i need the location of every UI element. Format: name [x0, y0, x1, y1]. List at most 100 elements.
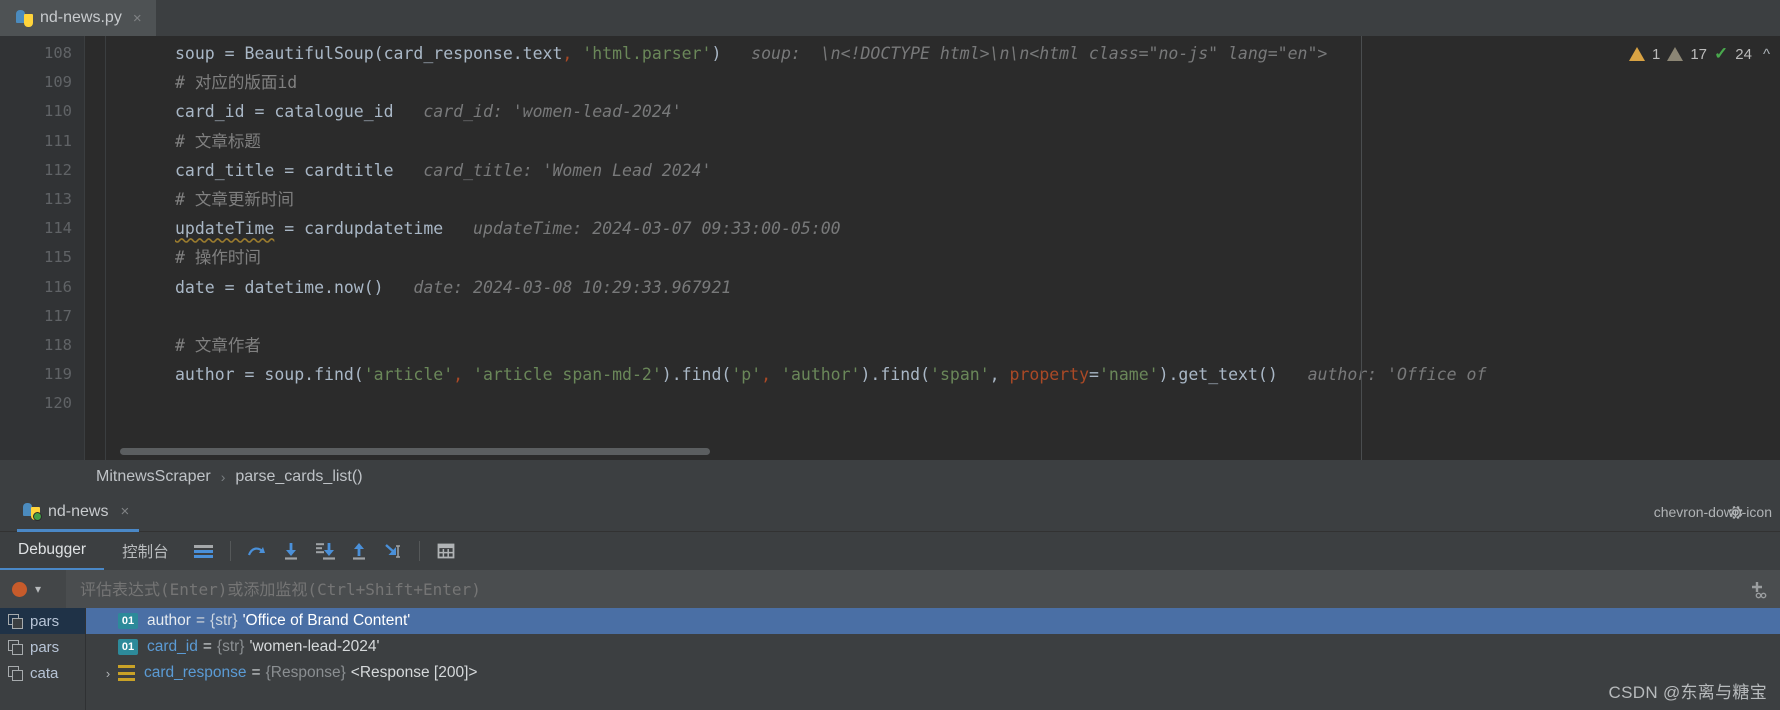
- line-number: 117: [44, 306, 72, 325]
- primitive-value-icon: 01: [118, 639, 138, 655]
- variable-type: {Response}: [265, 664, 346, 681]
- code-token: =: [1089, 365, 1099, 385]
- inspections-widget[interactable]: 1 17 ✓ 24 ^: [1628, 44, 1770, 64]
- close-icon[interactable]: ×: [120, 504, 129, 519]
- variable-equals: =: [251, 664, 261, 681]
- chevron-down-icon[interactable]: ▾: [35, 582, 41, 596]
- inlay-hint: card_title: 'Women Lead 2024': [393, 160, 712, 180]
- inlay-hint: updateTime: 2024-03-07 09:33:00-05:00: [443, 219, 841, 239]
- chevron-up-icon[interactable]: ^: [1763, 46, 1770, 63]
- evaluate-expression-bar: ▾: [0, 570, 1780, 608]
- variables-panel[interactable]: 01 author = {str} 'Office of Brand Content' 0…: [86, 608, 1780, 710]
- code-line[interactable]: date = datetime.now() date: 2024-03-08 1…: [175, 278, 731, 298]
- line-number: 113: [44, 190, 72, 208]
- scrollbar-thumb[interactable]: [120, 448, 710, 455]
- step-over-icon[interactable]: [240, 536, 274, 566]
- code-token: card_id = catalogue_id: [175, 102, 394, 122]
- variable-row[interactable]: 01 card_id = {str}'women-lead-2024': [86, 634, 1780, 660]
- watermark: CSDN @东离与糖宝: [1608, 683, 1767, 702]
- breakpoint-dot-icon[interactable]: [12, 581, 27, 597]
- breakpoint-control[interactable]: ▾: [0, 570, 66, 608]
- code-line[interactable]: # 操作时间: [175, 248, 261, 268]
- line-number: 109: [44, 73, 72, 92]
- breadcrumb-item-class[interactable]: MitnewsScraper: [96, 468, 211, 486]
- code-line[interactable]: # 文章作者: [175, 336, 261, 356]
- warning-icon: [1628, 47, 1645, 61]
- variable-value: <Response [200]>: [350, 664, 478, 681]
- variable-equals: =: [195, 612, 206, 629]
- code-line[interactable]: soup = BeautifulSoup(card_response.text,…: [175, 44, 1327, 64]
- python-file-icon: [16, 9, 33, 27]
- code-token: # 文章更新时间: [175, 190, 294, 209]
- variable-row[interactable]: › card_response = {Response} <Response [200]…: [86, 660, 1780, 686]
- frame-icon: [8, 665, 23, 681]
- weak-warning-count: 17: [1690, 45, 1708, 63]
- ok-count: 24: [1735, 45, 1752, 63]
- code-token: ): [711, 44, 722, 63]
- code-token: ,: [562, 44, 573, 63]
- primitive-value-icon: 01: [118, 613, 138, 629]
- evaluate-expression-input[interactable]: [66, 570, 1736, 608]
- line-number: 116: [44, 277, 72, 296]
- check-icon: ✓: [1714, 44, 1729, 63]
- variable-name: card_id: [147, 638, 198, 655]
- variable-type: {str}: [216, 638, 245, 655]
- code-line[interactable]: # 文章更新时间: [175, 190, 294, 210]
- line-number: 120: [44, 394, 72, 413]
- code-token: # 操作时间: [175, 248, 261, 268]
- tab-debugger[interactable]: Debugger: [0, 532, 105, 570]
- code-line[interactable]: card_title = cardtitle card_title: 'Wome…: [175, 161, 711, 181]
- chevron-down-icon[interactable]: chevron-down-icon: [1654, 504, 1772, 520]
- breadcrumb-item-method[interactable]: parse_cards_list(): [235, 468, 362, 486]
- code-line[interactable]: author = soup.find('article', 'article s…: [175, 365, 1486, 385]
- code-folding-strip[interactable]: [84, 36, 120, 460]
- editor-tab-nd-news-py[interactable]: nd-news.py ×: [0, 0, 156, 36]
- code-token: ).get_text(): [1158, 365, 1278, 385]
- force-step-into-icon[interactable]: [308, 536, 342, 566]
- debug-tool-window: nd-news × chevron-down-icon Debugger 控制台: [0, 494, 1780, 710]
- frame-label: pars: [30, 638, 60, 656]
- code-token: ,: [989, 365, 1010, 385]
- expander-icon[interactable]: ›: [98, 666, 118, 681]
- line-number: 108: [44, 44, 72, 62]
- code-token: 'p': [731, 365, 762, 385]
- code-editor[interactable]: 108 109 110 111 112 113 114 115 116 117 118 119 120 …: [0, 36, 1780, 460]
- frame-row[interactable]: pars: [0, 634, 85, 660]
- close-icon[interactable]: ×: [133, 11, 142, 26]
- frame-icon: [8, 613, 23, 629]
- line-number: 119: [44, 365, 72, 384]
- code-token: updateTime: [175, 219, 275, 239]
- code-line[interactable]: # 对应的版面id: [175, 73, 297, 93]
- code-line[interactable]: # 文章标题: [175, 132, 261, 152]
- tab-console-label: 控制台: [122, 544, 169, 561]
- add-watch-icon[interactable]: [1736, 570, 1780, 608]
- code-content[interactable]: soup = BeautifulSoup(card_response.text,…: [120, 36, 1780, 460]
- variable-row[interactable]: 01 author = {str} 'Office of Brand Content': [86, 608, 1780, 634]
- tab-console[interactable]: 控制台: [104, 532, 187, 570]
- evaluate-expression-icon[interactable]: [429, 536, 463, 566]
- code-token: property: [1009, 365, 1090, 385]
- step-out-icon[interactable]: [342, 536, 376, 566]
- object-value-icon: [118, 665, 135, 681]
- show-frames-icon[interactable]: [187, 536, 221, 566]
- step-into-icon[interactable]: [274, 536, 308, 566]
- pycharm-window: nd-news.py × 108 109 110 111 112 113 114 115 116…: [0, 0, 1780, 710]
- frames-panel[interactable]: pars pars cata: [0, 608, 86, 710]
- editor-horizontal-scrollbar[interactable]: [120, 448, 1360, 455]
- code-token: soup = BeautifulSoup(card_response.text: [175, 44, 563, 63]
- code-line[interactable]: card_id = catalogue_id card_id: 'women-l…: [175, 102, 682, 122]
- code-token: 'name': [1098, 365, 1159, 385]
- breadcrumb: MitnewsScraper › parse_cards_list(): [0, 460, 1780, 494]
- variable-type: {str}: [210, 612, 238, 629]
- run-to-cursor-icon[interactable]: [376, 536, 410, 566]
- code-token: # 文章作者: [175, 336, 261, 355]
- code-token: 'article span-md-2': [473, 365, 662, 385]
- frame-row[interactable]: cata: [0, 660, 85, 686]
- code-token: card_title = cardtitle: [175, 160, 394, 180]
- debug-session-tab-nd-news[interactable]: nd-news ×: [17, 494, 140, 532]
- warning-count: 1: [1651, 45, 1661, 63]
- code-line[interactable]: updateTime = cardupdatetime updateTime: …: [175, 219, 841, 239]
- frame-row[interactable]: pars: [0, 608, 85, 634]
